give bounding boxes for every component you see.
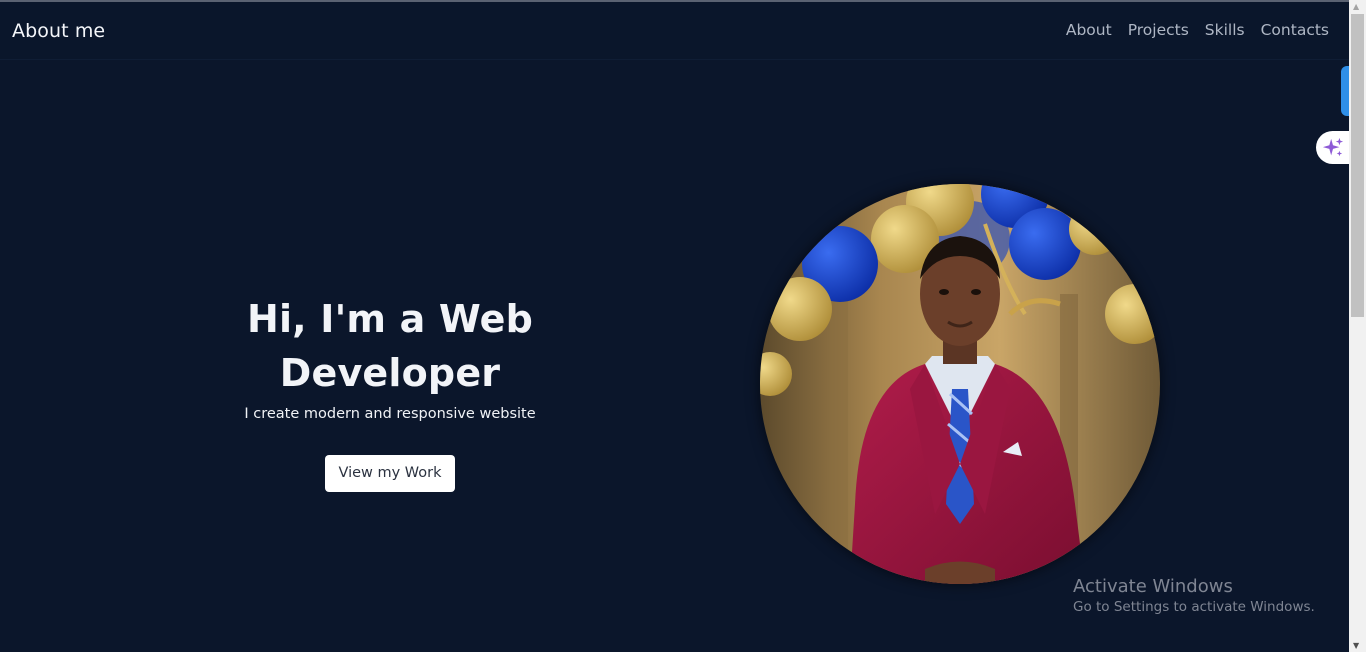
assistant-button[interactable] bbox=[1316, 131, 1349, 164]
hero-section: Hi, I'm a Web Developer I create modern … bbox=[140, 292, 640, 492]
sparkle-icon bbox=[1322, 137, 1343, 156]
chevron-up-icon[interactable]: ▲ bbox=[1353, 2, 1359, 11]
nav-links: About Projects Skills Contacts bbox=[1066, 21, 1329, 39]
nav-link-contacts[interactable]: Contacts bbox=[1261, 21, 1329, 39]
scrollbar-thumb[interactable] bbox=[1351, 14, 1364, 317]
profile-photo-illustration bbox=[760, 184, 1160, 584]
chevron-down-icon[interactable]: ▼ bbox=[1353, 641, 1359, 650]
nav-link-about[interactable]: About bbox=[1066, 21, 1112, 39]
brand-title[interactable]: About me bbox=[12, 20, 105, 42]
activate-windows-watermark: Activate Windows Go to Settings to activ… bbox=[1073, 576, 1315, 615]
watermark-title: Activate Windows bbox=[1073, 576, 1233, 597]
view-my-work-button[interactable]: View my Work bbox=[325, 455, 455, 492]
nav-link-skills[interactable]: Skills bbox=[1205, 21, 1245, 39]
watermark-subtitle: Go to Settings to activate Windows. bbox=[1073, 599, 1315, 615]
side-panel-tab[interactable] bbox=[1341, 66, 1349, 116]
profile-photo bbox=[760, 184, 1160, 584]
hero-subtitle: I create modern and responsive website bbox=[244, 406, 536, 422]
page-scrollbar[interactable]: ▲ ▼ bbox=[1349, 0, 1366, 652]
hero-title: Hi, I'm a Web Developer bbox=[246, 297, 534, 395]
nav-link-projects[interactable]: Projects bbox=[1128, 21, 1189, 39]
navbar: About me About Projects Skills Contacts bbox=[0, 2, 1349, 60]
